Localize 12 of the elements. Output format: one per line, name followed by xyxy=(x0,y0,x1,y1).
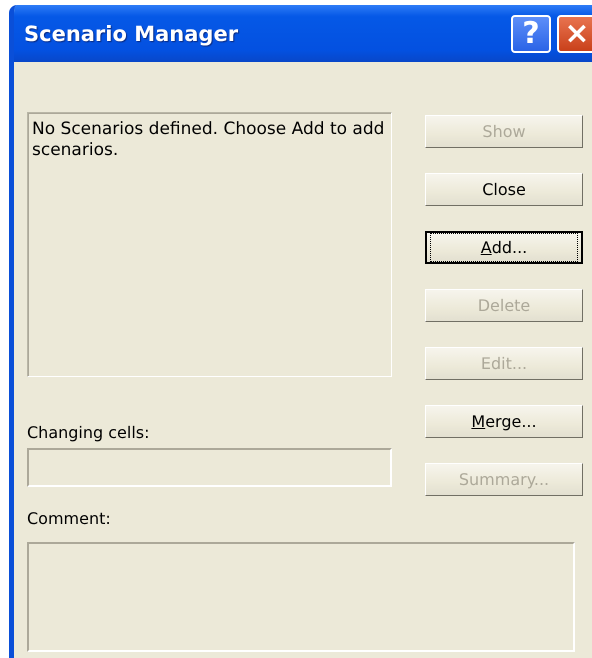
dialog-button[interactable]: Add... xyxy=(425,231,583,264)
dialog-button[interactable]: Close xyxy=(425,173,583,206)
comment-label: Comment: xyxy=(27,509,112,528)
empty-message: No Scenarios defined. Choose Add to add scenarios. xyxy=(32,119,384,160)
changing-cells-field[interactable] xyxy=(27,448,392,487)
close-button[interactable]: × xyxy=(557,14,592,52)
dialog-button[interactable]: Merge... xyxy=(425,405,583,438)
changing-cells-label: Changing cells: xyxy=(27,423,150,442)
comment-field[interactable] xyxy=(27,542,575,652)
help-button[interactable]: ? xyxy=(511,14,551,52)
window-title: Scenario Manager xyxy=(24,22,240,46)
scenarios-list[interactable]: No Scenarios defined. Choose Add to add scenarios. xyxy=(27,112,392,377)
